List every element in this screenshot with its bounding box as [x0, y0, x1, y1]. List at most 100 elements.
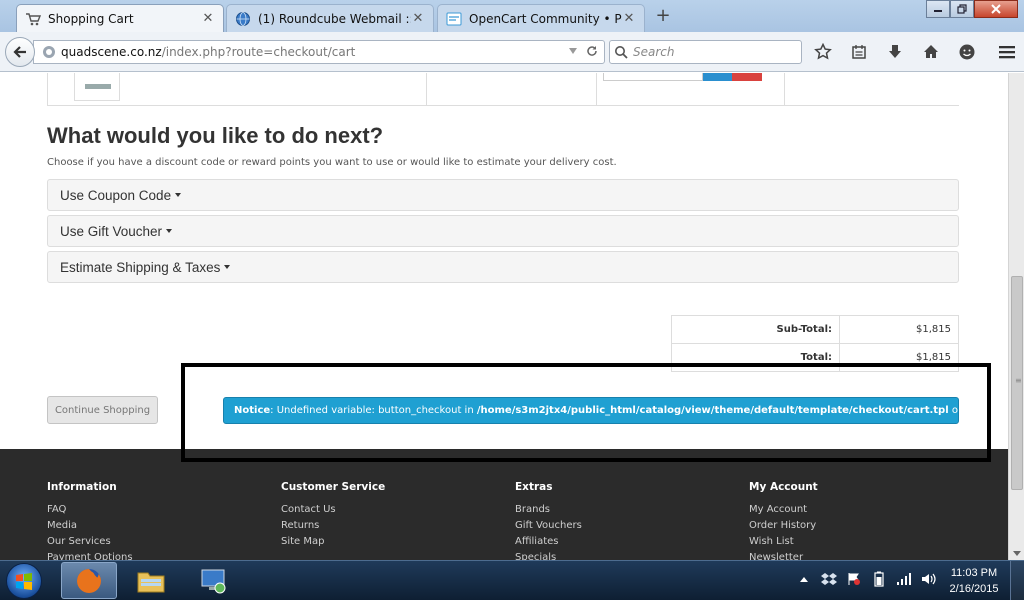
url-path: /index.php?route=checkout/cart	[161, 45, 356, 59]
clock-time: 11:03 PM	[950, 567, 998, 579]
search-icon	[614, 45, 628, 59]
footer-heading: My Account	[749, 481, 818, 493]
taskbar-remote-desktop[interactable]	[185, 562, 241, 599]
action-center-flag-icon[interactable]	[846, 571, 862, 587]
windows-taskbar: 11:03 PM 2/16/2015	[0, 560, 1024, 600]
downloads-icon[interactable]	[884, 41, 906, 63]
windows-logo-icon	[16, 573, 32, 590]
address-bar[interactable]: quadscene.co.nz/index.php?route=checkout…	[33, 40, 605, 64]
vertical-scrollbar[interactable]: ≡	[1008, 73, 1024, 560]
home-icon[interactable]	[920, 41, 942, 63]
show-hidden-icons-icon[interactable]	[796, 571, 812, 587]
hello-chat-icon[interactable]	[956, 41, 978, 63]
show-desktop-button[interactable]	[1010, 561, 1024, 600]
reload-icon[interactable]	[586, 45, 598, 60]
footer-heading: Extras	[515, 481, 553, 493]
network-signal-icon[interactable]	[896, 571, 912, 587]
tab-roundcube[interactable]: (1) Roundcube Webmail :: I... ✕	[226, 4, 434, 32]
cart-icon	[25, 11, 41, 27]
footer-link[interactable]: Our Services	[47, 534, 133, 550]
close-tab-icon[interactable]: ✕	[622, 11, 636, 26]
estimate-shipping-panel[interactable]: Estimate Shipping & Taxes	[47, 251, 959, 283]
back-button[interactable]	[5, 37, 35, 67]
footer-link[interactable]: Brands	[515, 502, 582, 518]
footer-link[interactable]: Gift Vouchers	[515, 518, 582, 534]
panel-title: Use Gift Voucher	[60, 223, 163, 239]
page-viewport: What would you like to do next? Choose i…	[0, 73, 1008, 560]
gift-voucher-panel[interactable]: Use Gift Voucher	[47, 215, 959, 247]
highlight-annotation-box	[181, 363, 991, 462]
panel-title: Estimate Shipping & Taxes	[60, 259, 221, 275]
tab-opencart-community[interactable]: OpenCart Community • Po... ✕	[437, 4, 645, 32]
remote-desktop-icon	[201, 569, 226, 593]
page-heading: What would you like to do next?	[47, 123, 384, 148]
close-window-icon	[991, 4, 1001, 14]
footer-link[interactable]: Affiliates	[515, 534, 582, 550]
start-button[interactable]	[6, 563, 42, 599]
firefox-icon	[77, 568, 101, 593]
hamburger-menu-icon[interactable]	[996, 41, 1018, 63]
continue-shopping-button[interactable]: Continue Shopping	[47, 396, 158, 424]
history-dropdown-icon[interactable]	[568, 45, 578, 60]
footer-link[interactable]: Media	[47, 518, 133, 534]
table-row: Sub-Total: $1,815	[671, 315, 959, 344]
tab-title: (1) Roundcube Webmail :: I...	[258, 11, 411, 26]
tab-title: OpenCart Community • Po...	[469, 11, 622, 26]
subtotal-value: $1,815	[839, 315, 959, 344]
footer-column-customer-service: Customer Service Contact Us Returns Site…	[281, 481, 385, 550]
product-thumbnail[interactable]	[74, 73, 120, 101]
globe-icon	[235, 11, 251, 27]
restore-button[interactable]	[950, 0, 974, 18]
footer-link[interactable]: Site Map	[281, 534, 385, 550]
site-identity-icon[interactable]	[42, 45, 56, 59]
footer-heading: Information	[47, 481, 117, 493]
footer-column-information: Information FAQ Media Our Services Payme…	[47, 481, 133, 560]
restore-icon	[957, 4, 967, 14]
dropbox-icon[interactable]	[821, 571, 837, 587]
page-subtext: Choose if you have a discount code or re…	[47, 157, 617, 168]
footer-link[interactable]: Specials	[515, 550, 582, 560]
tab-shopping-cart[interactable]: Shopping Cart ✕	[16, 4, 224, 32]
footer-heading: Customer Service	[281, 481, 386, 493]
subtotal-label: Sub-Total:	[671, 315, 840, 344]
footer-link[interactable]: Contact Us	[281, 502, 385, 518]
bookmarks-menu-icon[interactable]	[848, 41, 870, 63]
back-arrow-icon	[13, 46, 26, 58]
update-cart-button[interactable]	[703, 73, 732, 81]
clock-date: 2/16/2015	[949, 583, 999, 595]
cart-product-row	[47, 73, 959, 106]
footer-link[interactable]: FAQ	[47, 502, 133, 518]
caret-down-icon	[224, 265, 231, 269]
minimize-button[interactable]	[926, 0, 950, 18]
close-tab-icon[interactable]: ✕	[411, 11, 425, 26]
close-tab-icon[interactable]: ✕	[201, 11, 215, 26]
scrollbar-thumb[interactable]: ≡	[1011, 276, 1023, 490]
volume-icon[interactable]	[921, 571, 937, 587]
new-tab-button[interactable]: +	[652, 6, 674, 26]
taskbar-firefox[interactable]	[61, 562, 117, 599]
search-placeholder: Search	[633, 45, 675, 59]
caret-down-icon	[175, 193, 182, 197]
footer-column-extras: Extras Brands Gift Vouchers Affiliates S…	[515, 481, 582, 560]
coupon-code-panel[interactable]: Use Coupon Code	[47, 179, 959, 211]
opencart-icon	[446, 11, 462, 27]
footer-link[interactable]: Returns	[281, 518, 385, 534]
footer-link[interactable]: Wish List	[749, 534, 818, 550]
remove-item-button[interactable]	[732, 73, 762, 81]
scroll-down-icon[interactable]	[1013, 551, 1021, 556]
taskbar-clock[interactable]: 11:03 PM 2/16/2015	[944, 565, 1004, 597]
battery-icon[interactable]	[871, 571, 887, 587]
bookmark-star-icon[interactable]	[812, 41, 834, 63]
minimize-icon	[934, 10, 942, 12]
footer-link[interactable]: My Account	[749, 502, 818, 518]
quantity-input[interactable]	[603, 73, 703, 81]
system-tray	[796, 571, 937, 587]
caret-down-icon	[166, 229, 173, 233]
close-window-button[interactable]	[974, 0, 1018, 18]
footer-link[interactable]: Order History	[749, 518, 818, 534]
footer-link[interactable]: Newsletter	[749, 550, 818, 560]
taskbar-file-explorer[interactable]	[123, 562, 179, 599]
search-input[interactable]: Search	[609, 40, 802, 64]
footer-link[interactable]: Payment Options	[47, 550, 133, 560]
tab-title: Shopping Cart	[48, 11, 134, 26]
